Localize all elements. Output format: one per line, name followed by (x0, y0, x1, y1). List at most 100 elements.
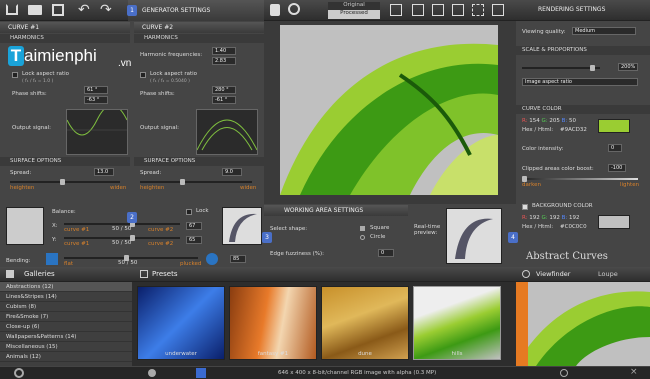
grid-icon[interactable] (472, 4, 484, 16)
quality-select[interactable]: Medium (572, 27, 636, 35)
gallery-item-fire[interactable]: Fire&Smoke (7) (0, 312, 132, 322)
bending-slider[interactable] (64, 257, 198, 259)
surface1-spread-knob[interactable] (60, 179, 65, 185)
zoom-icon[interactable] (288, 3, 300, 15)
gallery-item-wallpapers[interactable]: Wallpapers&Patterns (14) (0, 332, 132, 342)
bg-color-swatch[interactable] (598, 215, 630, 229)
preset-thumb-fantasy[interactable] (229, 286, 317, 360)
presets-label[interactable]: Presets (152, 270, 177, 278)
preset-thumb-hills[interactable] (413, 286, 501, 360)
status-text: 646 x 400 x 8-bit/channel RGB image with… (278, 370, 437, 376)
scale-knob[interactable] (590, 65, 595, 71)
generator-title: GENERATOR SETTINGS (128, 0, 264, 21)
preset-thumb-dune[interactable] (321, 286, 409, 360)
export-icon[interactable] (196, 368, 206, 378)
curve-color-swatch[interactable] (598, 119, 630, 133)
close-icon[interactable]: × (630, 367, 638, 377)
scale-field[interactable]: 200% (618, 63, 638, 71)
scale-slider[interactable] (522, 67, 600, 69)
bg-color-checkbox[interactable] (522, 204, 528, 210)
surface1-spread-field[interactable]: 13.0 (94, 168, 114, 176)
gallery-item-abstractions[interactable]: Abstractions (12) (0, 282, 132, 292)
clipped-slider[interactable] (522, 178, 638, 180)
intensity-field[interactable]: 0 (608, 144, 622, 152)
balance-y-slider[interactable] (64, 237, 180, 239)
app-logo: Abstract Curves (526, 251, 608, 262)
curve1-phase-label: Phase shifts: (12, 91, 47, 97)
open-folder-icon[interactable] (28, 5, 42, 15)
gallery-header: Galleries Presets (0, 267, 516, 282)
curve-hex-value: #9ACD32 (560, 127, 587, 133)
balance-x-mid: 50 / 50 (112, 226, 132, 232)
gallery-item-lines[interactable]: Lines&Stripes (14) (0, 292, 132, 302)
info-icon[interactable] (148, 369, 156, 377)
curve1-phase-x-field[interactable]: 61 ° (84, 86, 108, 94)
circle-radio[interactable] (360, 235, 365, 240)
curve2-freq-label: Harmonic frequencies: (140, 52, 203, 58)
edge-fuzziness-field[interactable]: 0 (378, 249, 394, 257)
surface1-spread-slider[interactable] (10, 181, 120, 183)
preview-label: Real-time preview: (414, 224, 441, 236)
curve2-phase-y-field[interactable]: -61 ° (212, 96, 236, 104)
bg-r-label: R: (522, 215, 528, 221)
circle-option[interactable]: Circle (370, 234, 385, 240)
gallery-item-cubism[interactable]: Cubism (8) (0, 302, 132, 312)
curve2-phase-x-field[interactable]: 280 ° (212, 86, 236, 94)
gallery-item-closeup[interactable]: Close-up (6) (0, 322, 132, 332)
viewfinder-preview[interactable] (516, 282, 650, 366)
curve1-phase-y-field[interactable]: -63 ° (84, 96, 108, 104)
save-icon[interactable] (52, 4, 64, 16)
clipped-field[interactable]: -100 (608, 164, 626, 172)
surface2-spread-knob[interactable] (180, 179, 185, 185)
mode-processed-tab[interactable]: Processed (328, 10, 380, 19)
balance-x-slider[interactable] (64, 223, 180, 225)
settings-icon[interactable] (14, 368, 24, 378)
curve-r-value: 154 (529, 118, 540, 124)
gallery-item-animals[interactable]: Animals (12) (0, 352, 132, 362)
fullscreen-icon[interactable] (492, 4, 504, 16)
presets-icon (140, 270, 148, 278)
bending-label: Bending: (6, 258, 31, 264)
main-canvas[interactable] (280, 25, 498, 195)
square-radio[interactable] (360, 226, 365, 231)
balance-y-right: curve #2 (148, 241, 174, 247)
home-icon[interactable] (6, 4, 18, 15)
viewfinder-tab[interactable]: Viewfinder (536, 270, 570, 278)
canvas-area (264, 21, 516, 204)
surface2-left-label: heighten (140, 185, 165, 191)
curve-color-section: CURVE COLOR (516, 105, 650, 114)
clipped-left: darken (522, 182, 541, 188)
curve2-freq-x-field[interactable]: 1.40 (212, 47, 236, 55)
surface2-spread-field[interactable]: 9.0 (222, 168, 242, 176)
hand-icon[interactable] (270, 4, 280, 16)
zoom-in-icon[interactable] (412, 4, 424, 16)
curve2-freq-y-field[interactable]: 2.83 (212, 57, 236, 65)
zoom-out-icon[interactable] (432, 4, 444, 16)
bending-field[interactable]: 85 (230, 255, 246, 263)
aspect-select[interactable]: Image aspect ratio (522, 78, 638, 86)
mode-original-tab[interactable]: Original (328, 2, 380, 10)
balance-x-field[interactable]: 67 (186, 222, 202, 230)
curve2-lock-hint: ( f₁ / f₂ = 0.5040 ) (150, 79, 190, 84)
curve2-output-graph (196, 109, 258, 155)
help-icon[interactable] (560, 369, 568, 377)
fit-view-icon[interactable] (390, 4, 402, 16)
gallery-item-misc[interactable]: Miscellaneous (15) (0, 342, 132, 352)
curve1-lock-checkbox[interactable] (12, 72, 18, 78)
balance-y-field[interactable]: 65 (186, 236, 202, 244)
bg-r-value: 192 (529, 215, 540, 221)
curve-rgb: R: 154 G: 205 B: 50 (522, 118, 576, 124)
edge-fuzziness-label: Edge fuzziness (%): (270, 251, 325, 257)
preset-thumb-underwater[interactable] (137, 286, 225, 360)
redo-icon[interactable]: ↷ (100, 2, 112, 18)
curve2-lock-checkbox[interactable] (140, 72, 146, 78)
undo-icon[interactable]: ↶ (78, 2, 90, 18)
balance-lock-checkbox[interactable] (186, 209, 192, 215)
actual-size-icon[interactable] (452, 4, 464, 16)
square-option[interactable]: Square (370, 225, 389, 231)
rendering-header: RENDERING SETTINGS (516, 0, 650, 21)
loupe-tab[interactable]: Loupe (598, 270, 618, 278)
surface2-spread-slider[interactable] (140, 181, 252, 183)
bending-mid: 50 / 50 (118, 260, 138, 266)
surface1-left-label: heighten (10, 185, 35, 191)
